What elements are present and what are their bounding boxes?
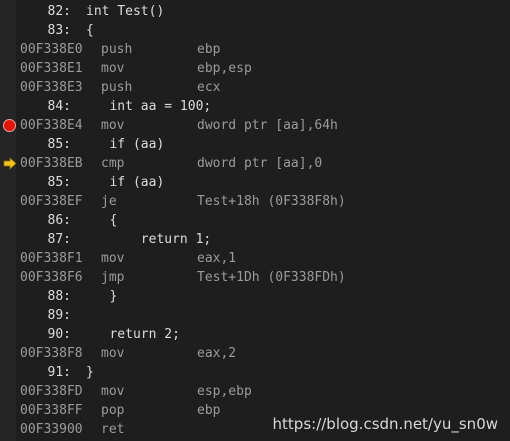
instruction-address: 00F338EF [20, 194, 83, 209]
instruction-mnemonic: mov [101, 251, 125, 266]
source-line[interactable]: 88: } [0, 287, 510, 306]
instruction-address: 00F338E1 [20, 61, 83, 76]
source-line-number: 91: [47, 365, 71, 380]
asm-line[interactable]: 00F338FD mov esp,ebp [0, 382, 510, 401]
instruction-address: 00F338F6 [20, 270, 83, 285]
asm-line[interactable]: 00F338F1 mov eax,1 [0, 249, 510, 268]
current-instruction-arrow-icon[interactable] [0, 154, 18, 173]
source-line-number: 86: [47, 213, 71, 228]
disassembly-lines: 82: int Test() 83: {00F338E0 push ebp 00F338E1… [0, 2, 510, 439]
instruction-address: 00F338E0 [20, 42, 83, 57]
source-code-text: if (aa) [86, 137, 165, 152]
asm-line[interactable]: 00F338E0 push ebp [0, 40, 510, 59]
instruction-address: 00F338E4 [20, 118, 83, 133]
instruction-address: 00F338FD [20, 384, 83, 399]
source-line[interactable]: 87: return 1; [0, 230, 510, 249]
source-line[interactable]: 83: { [0, 21, 510, 40]
instruction-mnemonic: ret [101, 422, 125, 437]
instruction-address: 00F338EB [20, 156, 83, 171]
source-code-text: } [86, 289, 118, 304]
source-line[interactable]: 84: int aa = 100; [0, 97, 510, 116]
instruction-address: 00F338FF [20, 403, 83, 418]
source-code-text: int Test() [86, 4, 165, 19]
instruction-operands: dword ptr [aa],0 [197, 156, 323, 171]
arrow-icon [3, 157, 17, 170]
asm-line[interactable]: 00F338F8 mov eax,2 [0, 344, 510, 363]
asm-line[interactable]: 00F338F6 jmp Test+1Dh (0F338FDh) [0, 268, 510, 287]
instruction-address: 00F33900 [20, 422, 83, 437]
source-line[interactable]: 90: return 2; [0, 325, 510, 344]
instruction-mnemonic: mov [101, 61, 125, 76]
source-line[interactable]: 89: [0, 306, 510, 325]
source-code-text: } [86, 365, 94, 380]
instruction-mnemonic: push [101, 80, 133, 95]
asm-line[interactable]: 00F338E3 push ecx [0, 78, 510, 97]
instruction-mnemonic: mov [101, 118, 125, 133]
source-line[interactable]: 82: int Test() [0, 2, 510, 21]
source-code-text: { [86, 23, 94, 38]
asm-line[interactable]: 00F338EB cmp dword ptr [aa],0 [0, 154, 510, 173]
instruction-mnemonic: je [101, 194, 117, 209]
source-line-number: 88: [47, 289, 71, 304]
instruction-operands: eax,2 [197, 346, 237, 361]
source-line-number: 85: [47, 137, 71, 152]
instruction-operands: ebp,esp [197, 61, 252, 76]
source-line-number: 90: [47, 327, 71, 342]
instruction-operands: ebp [197, 403, 221, 418]
source-line-number: 89: [47, 308, 71, 323]
instruction-address: 00F338F1 [20, 251, 83, 266]
source-code-text: return 1; [86, 232, 212, 247]
source-line-number: 85: [47, 175, 71, 190]
instruction-operands: ebp [197, 42, 221, 57]
source-line-number: 84: [47, 99, 71, 114]
instruction-operands: dword ptr [aa],64h [197, 118, 338, 133]
instruction-mnemonic: mov [101, 346, 125, 361]
source-code-text: { [86, 213, 118, 228]
watermark: https://blog.csdn.net/yu_sn0w [272, 415, 498, 433]
source-line-number: 83: [47, 23, 71, 38]
instruction-address: 00F338E3 [20, 80, 83, 95]
instruction-operands: Test+1Dh (0F338FDh) [197, 270, 346, 285]
source-code-text: return 2; [86, 327, 180, 342]
source-code-text: if (aa) [86, 175, 165, 190]
source-code-text: int aa = 100; [86, 99, 212, 114]
breakpoint-icon[interactable] [0, 116, 18, 135]
instruction-address: 00F338F8 [20, 346, 83, 361]
source-line[interactable]: 85: if (aa) [0, 135, 510, 154]
source-line[interactable]: 85: if (aa) [0, 173, 510, 192]
source-line[interactable]: 86: { [0, 211, 510, 230]
instruction-mnemonic: push [101, 42, 133, 57]
instruction-mnemonic: pop [101, 403, 125, 418]
instruction-operands: esp,ebp [197, 384, 252, 399]
instruction-operands: Test+18h (0F338F8h) [197, 194, 346, 209]
source-line-number: 82: [47, 4, 71, 19]
breakpoint-dot [3, 119, 16, 132]
instruction-operands: ecx [197, 80, 221, 95]
instruction-mnemonic: cmp [101, 156, 125, 171]
asm-line[interactable]: 00F338E1 mov ebp,esp [0, 59, 510, 78]
instruction-mnemonic: mov [101, 384, 125, 399]
source-line[interactable]: 91:} [0, 363, 510, 382]
instruction-operands: eax,1 [197, 251, 237, 266]
disassembly-window[interactable]: 82: int Test() 83: {00F338E0 push ebp 00F338E1… [0, 0, 510, 441]
asm-line[interactable]: 00F338EF je Test+18h (0F338F8h) [0, 192, 510, 211]
source-line-number: 87: [47, 232, 71, 247]
asm-line[interactable]: 00F338E4 mov dword ptr [aa],64h [0, 116, 510, 135]
instruction-mnemonic: jmp [101, 270, 125, 285]
